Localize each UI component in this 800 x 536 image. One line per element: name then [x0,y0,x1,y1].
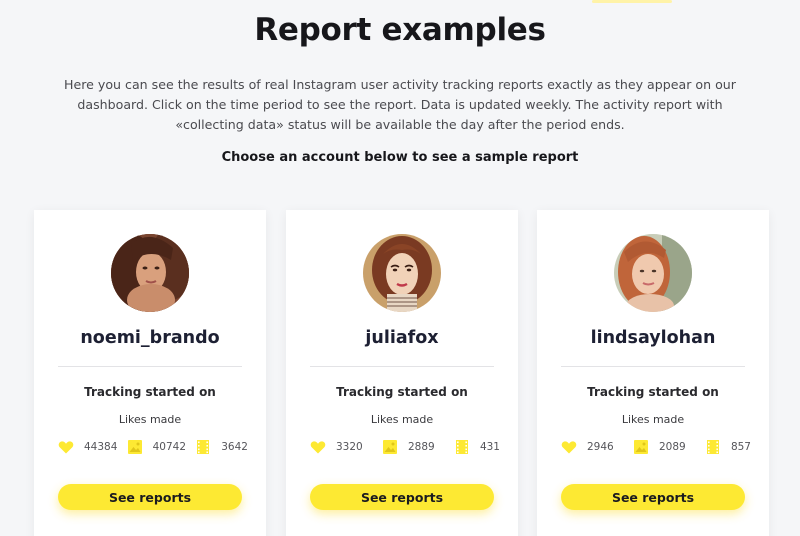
stat-videos: 857 [705,439,751,455]
film-icon [705,439,721,455]
likes-made-label: Likes made [370,413,434,426]
stat-likes: 2946 [561,439,614,455]
image-icon [633,439,649,455]
avatar[interactable] [363,234,441,312]
stat-images: 40742 [127,439,186,455]
account-card-lindsaylohan: lindsaylohan Tracking started on Likes m… [537,210,769,536]
divider [561,366,745,367]
username[interactable]: noemi_brando [34,328,266,348]
stat-videos: 431 [454,439,500,455]
top-accent-bar [592,0,672,3]
stat-value: 2946 [587,441,614,453]
tracking-started-label: Tracking started on [336,385,468,399]
stat-likes: 3320 [310,439,363,455]
intro-line: «collecting data» status will be availab… [175,117,625,132]
illustrated-woman-avatar-image [363,234,441,312]
stat-images: 2889 [382,439,435,455]
likes-made-label: Likes made [118,413,182,426]
image-icon [127,439,143,455]
account-card-juliafox: juliafox Tracking started on Likes made … [286,210,518,536]
woman-photo-avatar-image [111,234,189,312]
see-reports-button[interactable]: See reports [561,484,745,510]
intro-line: dashboard. Click on the time period to s… [77,97,723,112]
stat-value: 44384 [84,441,118,453]
stats-row: 2946 2089 857 [561,438,751,456]
stat-value: 2889 [407,441,435,453]
stats-row: 44384 40742 3642 [58,438,248,456]
woman-photo-avatar-image [614,234,692,312]
likes-made-label: Likes made [621,413,685,426]
heart-icon [561,439,577,455]
divider [310,366,494,367]
divider [58,366,242,367]
stats-row: 3320 2889 431 [310,438,500,456]
avatar[interactable] [614,234,692,312]
tracking-started-label: Tracking started on [587,385,719,399]
username[interactable]: lindsaylohan [537,328,769,348]
report-examples-page: Report examples Here you can see the res… [0,0,800,536]
see-reports-button[interactable]: See reports [58,484,242,510]
stat-value: 3642 [221,441,248,453]
stat-images: 2089 [633,439,686,455]
stat-value: 3320 [336,441,363,453]
stat-value: 431 [479,441,500,453]
choose-account-heading: Choose an account below to see a sample … [221,150,579,165]
page-title: Report examples [254,12,546,48]
intro-line: Here you can see the results of real Ins… [64,77,736,92]
heart-icon [310,439,326,455]
stat-value: 857 [730,441,751,453]
image-icon [382,439,398,455]
see-reports-button[interactable]: See reports [310,484,494,510]
film-icon [454,439,470,455]
intro-text: Here you can see the results of real Ins… [58,75,742,135]
tracking-started-label: Tracking started on [84,385,216,399]
username[interactable]: juliafox [286,328,518,348]
stat-videos: 3642 [195,439,248,455]
account-card-noemi-brando: noemi_brando Tracking started on Likes m… [34,210,266,536]
stat-value: 2089 [658,441,686,453]
stat-likes: 44384 [58,439,117,455]
avatar[interactable] [111,234,189,312]
heart-icon [58,439,74,455]
stat-value: 40742 [152,441,187,453]
film-icon [195,439,211,455]
